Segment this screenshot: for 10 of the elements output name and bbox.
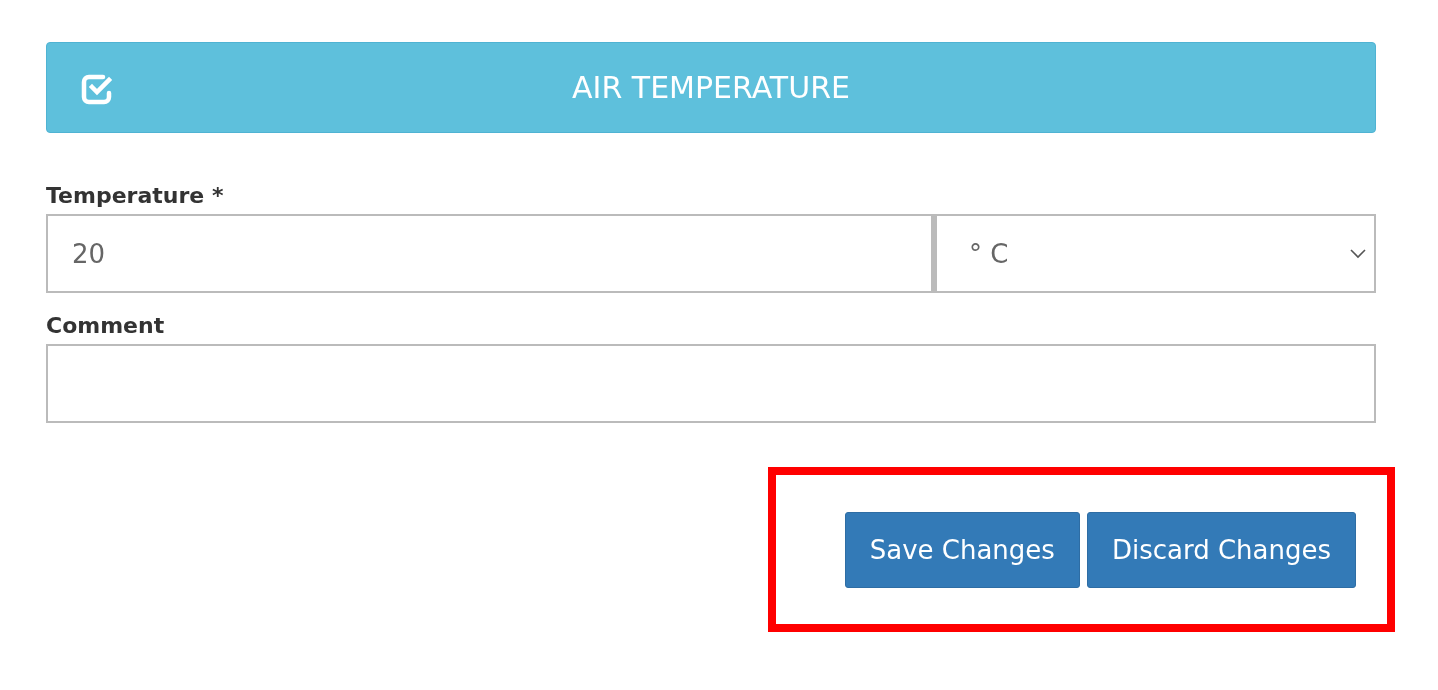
action-button[interactable]: Discard Changes xyxy=(1086,511,1356,588)
input-field[interactable]: 20 xyxy=(46,214,933,293)
input-field[interactable] xyxy=(46,344,1376,423)
field-label: Temperature * xyxy=(46,183,224,208)
action-button[interactable]: Save Changes xyxy=(844,511,1080,588)
checkbox-icon xyxy=(81,73,115,105)
chevron-down-icon xyxy=(1350,248,1366,259)
section-title: AIR TEMPERATURE xyxy=(572,70,850,105)
field-label: Comment xyxy=(46,313,165,338)
unit-select[interactable]: ° C xyxy=(933,214,1376,293)
